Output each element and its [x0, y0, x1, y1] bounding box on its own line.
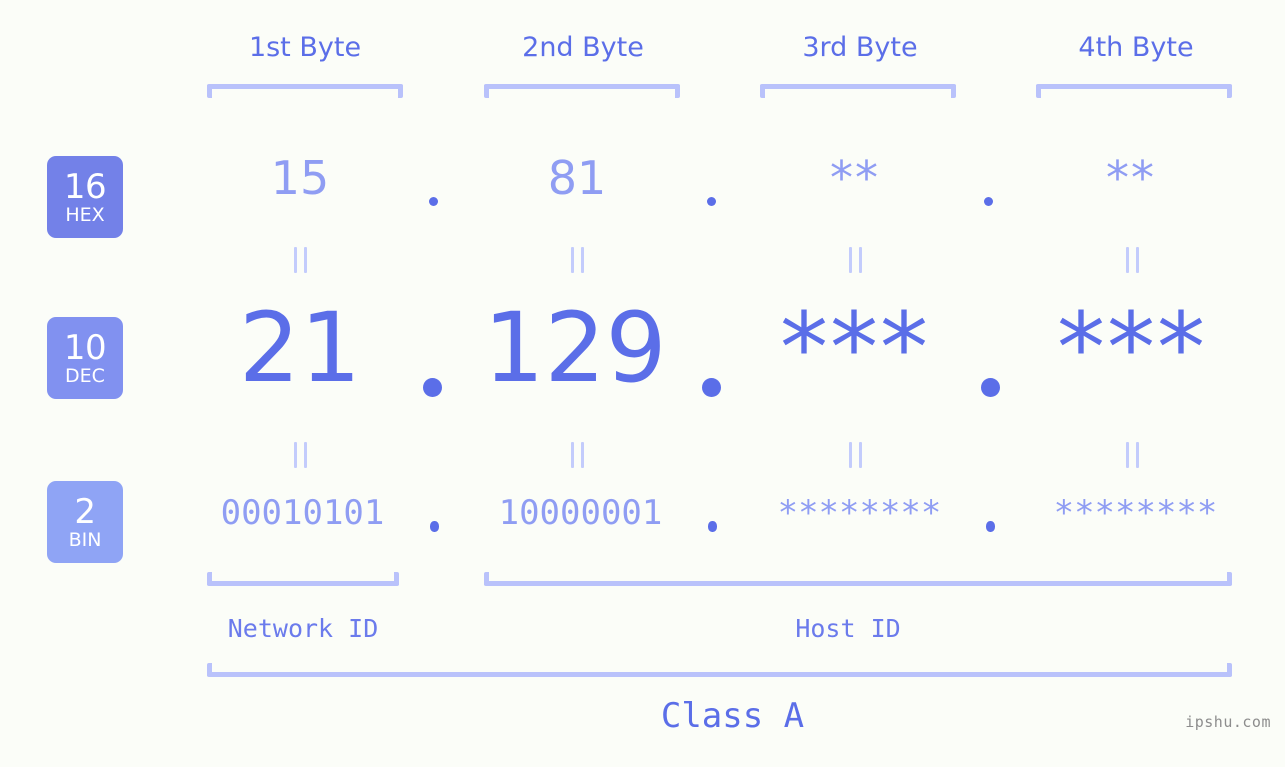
equals-mark-hex-dec-3 [849, 247, 862, 273]
radix-badge-bin: 2 BIN [47, 481, 123, 563]
byte-header-3: 3rd Byte [802, 32, 918, 63]
byte-header-2: 2nd Byte [522, 32, 644, 63]
ip-breakdown-diagram: 1st Byte 2nd Byte 3rd Byte 4th Byte 16 H… [0, 0, 1285, 767]
equals-mark-hex-dec-2 [571, 247, 584, 273]
dec-separator-1 [423, 378, 442, 397]
hex-separator-2 [707, 197, 716, 206]
bin-separator-2 [708, 521, 717, 532]
radix-badge-hex-abbr: HEX [65, 203, 105, 226]
hex-separator-1 [429, 197, 438, 206]
dec-byte-1: 21 [238, 292, 362, 404]
bin-separator-3 [986, 521, 995, 532]
host-id-bracket [484, 572, 1232, 586]
equals-mark-dec-bin-3 [849, 442, 862, 468]
hex-byte-2: 81 [547, 151, 607, 205]
bin-byte-3: ******** [777, 493, 942, 533]
hex-byte-4: ** [1106, 151, 1156, 205]
radix-badge-hex-base: 16 [63, 166, 107, 207]
byte-header-4: 4th Byte [1078, 32, 1194, 63]
site-watermark: ipshu.com [1185, 713, 1271, 731]
equals-mark-dec-bin-1 [294, 442, 307, 468]
dec-byte-4: *** [1057, 292, 1207, 404]
class-label: Class A [660, 696, 805, 736]
equals-mark-hex-dec-4 [1126, 247, 1139, 273]
radix-badge-dec: 10 DEC [47, 317, 123, 399]
radix-badge-bin-base: 2 [74, 491, 96, 532]
bin-separator-1 [430, 521, 439, 532]
hex-byte-3: ** [830, 151, 880, 205]
dec-separator-2 [702, 378, 721, 397]
radix-badge-dec-base: 10 [63, 327, 107, 368]
byte-bracket-3 [760, 84, 956, 98]
radix-badge-hex: 16 HEX [47, 156, 123, 238]
network-id-label: Network ID [227, 614, 379, 643]
equals-mark-dec-bin-2 [571, 442, 584, 468]
equals-mark-hex-dec-1 [294, 247, 307, 273]
radix-badge-bin-abbr: BIN [68, 528, 102, 551]
bin-byte-1: 00010101 [220, 493, 385, 533]
class-bracket [207, 663, 1232, 677]
dec-separator-3 [981, 378, 1000, 397]
radix-badge-dec-abbr: DEC [65, 364, 105, 387]
host-id-label: Host ID [795, 614, 901, 643]
hex-byte-1: 15 [270, 151, 330, 205]
hex-separator-3 [984, 197, 993, 206]
dec-byte-2: 129 [483, 292, 667, 404]
byte-bracket-2 [484, 84, 680, 98]
byte-bracket-4 [1036, 84, 1232, 98]
byte-header-1: 1st Byte [248, 32, 362, 63]
byte-bracket-1 [207, 84, 403, 98]
equals-mark-dec-bin-4 [1126, 442, 1139, 468]
dec-byte-3: *** [780, 292, 930, 404]
network-id-bracket [207, 572, 399, 586]
bin-byte-4: ******** [1053, 493, 1218, 533]
bin-byte-2: 10000001 [498, 493, 663, 533]
